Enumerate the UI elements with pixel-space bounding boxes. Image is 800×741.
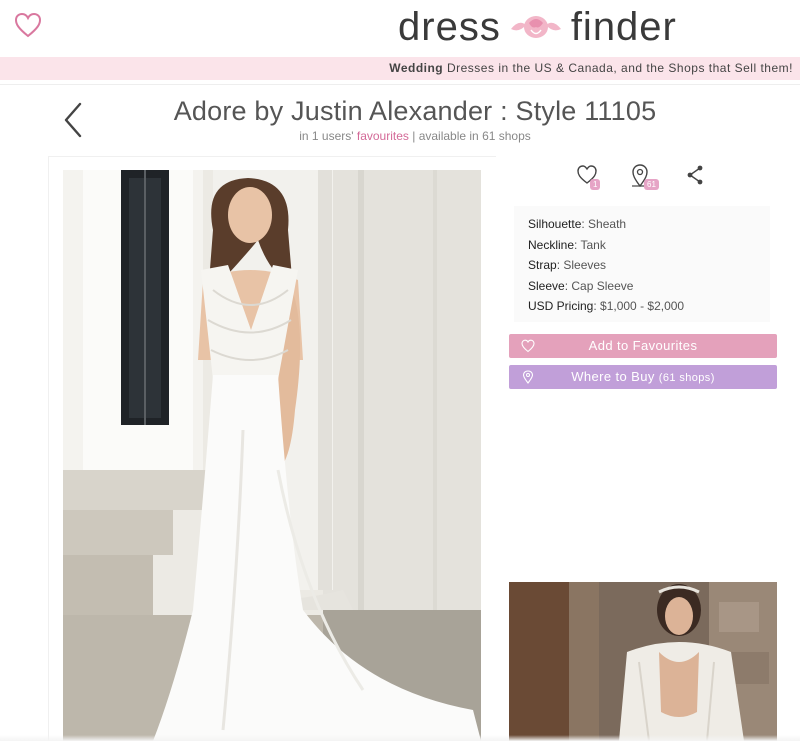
- detail-label: Strap: [528, 258, 557, 273]
- subtitle-prefix: in 1 users': [299, 129, 357, 143]
- brand-word-dress: dress: [398, 4, 501, 49]
- detail-silhouette: Silhouette: Sheath: [528, 217, 627, 231]
- favourites-count-badge: 1: [590, 179, 601, 190]
- detail-sleeve: Sleeve: Cap Sleeve: [528, 278, 634, 293]
- bottom-fade: [0, 735, 800, 741]
- header-divider: [0, 84, 800, 85]
- add-to-favourites-button[interactable]: Add to Favourites: [509, 334, 777, 358]
- detail-label: Sleeve: [528, 278, 565, 293]
- related-dress-image: [509, 582, 777, 741]
- dress-photo-illustration: [63, 170, 481, 741]
- where-to-buy-count: (61 shops): [658, 372, 715, 384]
- map-pin-icon: [522, 370, 534, 384]
- favourites-count-button[interactable]: 1: [576, 164, 602, 190]
- dress-details: Silhouette: Sheath Neckline: Tank Strap:…: [514, 206, 770, 322]
- brand-word-finder: finder: [570, 4, 677, 49]
- page-title: Adore by Justin Alexander : Style 11105: [173, 96, 657, 126]
- tagline: Wedding Dresses in the US & Canada, and …: [389, 61, 793, 75]
- related-dress-thumbnail[interactable]: [509, 582, 777, 741]
- detail-strap: Strap: Sleeves: [528, 258, 607, 273]
- share-icon: [687, 165, 703, 185]
- subtitle-suffix: | available in 61 shops: [408, 129, 531, 143]
- detail-value: Tank: [580, 237, 606, 252]
- detail-label: USD Pricing: [528, 299, 594, 314]
- detail-label: Silhouette: [528, 217, 582, 231]
- detail-value: Sheath: [588, 217, 627, 231]
- detail-pricing: USD Pricing: $1,000 - $2,000: [528, 299, 685, 314]
- detail-value: Sleeves: [563, 258, 607, 273]
- heart-outline-icon: [521, 339, 535, 353]
- where-to-buy-label: Where to Buy: [571, 369, 655, 384]
- favourites-link[interactable]: favourites: [357, 129, 409, 143]
- rose-logo-icon: [510, 16, 561, 38]
- page-subtitle: in 1 users' favourites | available in 61…: [150, 129, 680, 143]
- tagline-bar: Wedding Dresses in the US & Canada, and …: [0, 57, 800, 80]
- where-to-buy-button[interactable]: Where to Buy (61 shops): [509, 365, 777, 389]
- share-button[interactable]: [686, 164, 712, 190]
- detail-neckline: Neckline: Tank: [528, 237, 606, 252]
- shops-count-badge: 61: [644, 179, 659, 190]
- detail-label: Neckline: [528, 237, 575, 252]
- brand-logo[interactable]: dress finder: [398, 2, 677, 52]
- heart-logo-icon[interactable]: [14, 12, 42, 38]
- detail-value: Cap Sleeve: [571, 278, 634, 293]
- detail-value: $1,000 - $2,000: [600, 299, 685, 314]
- chevron-left-icon[interactable]: [60, 98, 86, 142]
- add-to-favourites-label: Add to Favourites: [588, 338, 698, 353]
- dress-photo[interactable]: [63, 170, 481, 741]
- tagline-bold: Wedding: [389, 61, 444, 75]
- tagline-rest: Dresses in the US & Canada, and the Shop…: [443, 61, 793, 75]
- site-header: dress finder: [0, 0, 800, 56]
- shops-count-button[interactable]: 61: [631, 164, 659, 190]
